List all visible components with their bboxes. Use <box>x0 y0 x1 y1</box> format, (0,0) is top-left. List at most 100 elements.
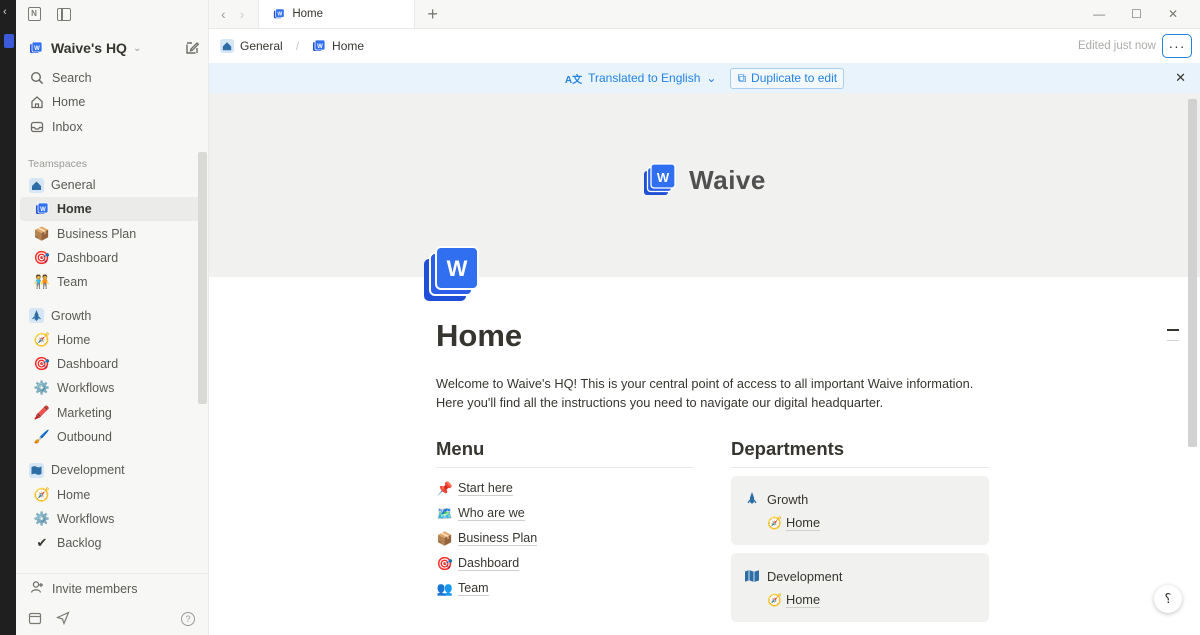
sparkle-wand-icon: ⸮ <box>1164 591 1172 606</box>
sidebar-item-label: Search <box>52 71 92 86</box>
teamspace-label: Development <box>51 463 125 478</box>
sidebar-item-team[interactable]: 🧑‍🤝‍🧑 Team <box>16 270 208 294</box>
pen-icon: 🖍️ <box>33 404 51 420</box>
page-header-bar: General / W Home Edited just now ··· <box>209 29 1200 63</box>
waive-logo-icon: W <box>644 163 676 195</box>
chevron-left-icon: ‹ <box>3 6 7 18</box>
department-title[interactable]: Growth <box>743 486 977 512</box>
compass-icon: 🧭 <box>767 593 782 607</box>
target-icon: 🎯 <box>33 356 51 372</box>
sidebar-item-label: Backlog <box>57 536 102 551</box>
help-icon[interactable]: ? <box>181 612 195 626</box>
translated-dropdown[interactable]: A文 Translated to English ⌄ <box>565 71 717 86</box>
invite-members-button[interactable]: Invite members <box>16 573 209 603</box>
sidebar-item-business-plan[interactable]: 📦 Business Plan <box>16 221 208 245</box>
calendar-icon[interactable] <box>28 611 42 628</box>
teamspace-growth[interactable]: Growth <box>16 303 208 327</box>
compass-icon: 🧭 <box>767 516 782 530</box>
chevron-down-icon: ⌄ <box>132 42 142 54</box>
breadcrumb-label: General <box>240 39 283 53</box>
more-options-button[interactable]: ··· <box>1162 34 1192 58</box>
sidebar-item-growth-home[interactable]: 🧭 Home <box>16 328 208 352</box>
sidebar-item-general-home[interactable]: W Home <box>20 197 204 222</box>
map-icon <box>28 462 44 478</box>
sidebar-item-label: Dashboard <box>57 250 119 265</box>
intro-paragraph: Welcome to Waive's HQ! This is your cent… <box>436 376 974 410</box>
back-arrow-icon[interactable]: ‹ <box>221 6 226 22</box>
tab-home[interactable]: W Home <box>258 0 416 28</box>
svg-text:W: W <box>34 46 40 52</box>
people-icon: 🧑‍🤝‍🧑 <box>33 274 51 290</box>
page-icon[interactable]: W <box>422 245 480 303</box>
target-icon: 🎯 <box>436 555 454 571</box>
notion-app-icon[interactable]: N <box>26 6 42 22</box>
sidebar-item-home[interactable]: Home <box>16 90 208 114</box>
teamspace-label: General <box>51 178 96 193</box>
department-card-growth[interactable]: Growth 🧭 Home <box>731 476 989 545</box>
sidebar-item-development-home[interactable]: 🧭 Home <box>16 482 208 506</box>
sidebar-item-label: Outbound <box>57 430 112 444</box>
page-scrollbar[interactable] <box>1188 99 1197 447</box>
house-icon <box>28 177 44 193</box>
sidebar-toggle-icon[interactable] <box>56 6 72 22</box>
people-icon: 👥 <box>436 580 454 596</box>
sidebar-scrollbar[interactable] <box>198 152 207 404</box>
sidebar: N W Waive's HQ ⌄ Search Home Inbox Teams… <box>16 0 209 635</box>
close-icon[interactable]: ✕ <box>1175 70 1186 86</box>
sidebar-item-label: Business Plan <box>57 226 137 241</box>
home-icon <box>29 94 45 110</box>
teamspace-development[interactable]: Development <box>16 458 208 482</box>
new-page-icon[interactable] <box>184 40 200 56</box>
package-icon: 📦 <box>436 530 454 546</box>
sidebar-item-growth-dashboard[interactable]: 🎯 Dashboard <box>16 352 208 376</box>
sidebar-item-growth-workflows[interactable]: ⚙️ Workflows <box>16 376 208 400</box>
sidebar-item-development-workflows[interactable]: ⚙️ Workflows <box>16 507 208 531</box>
breadcrumb-home[interactable]: W Home <box>312 39 364 53</box>
sidebar-footer: Invite members ? <box>16 573 209 635</box>
gear-icon: ⚙️ <box>33 380 51 396</box>
send-icon[interactable] <box>55 610 70 628</box>
svg-text:W: W <box>447 256 468 281</box>
workspace-switcher[interactable]: W Waive's HQ ⌄ <box>16 30 208 66</box>
brush-icon: 🖌️ <box>33 429 51 444</box>
sidebar-item-label: Marketing <box>57 405 112 420</box>
sidebar-item-search[interactable]: Search <box>16 66 208 90</box>
department-card-development[interactable]: Development 🧭 Home <box>731 553 989 622</box>
waive-logo-icon: W <box>34 201 50 217</box>
menu-item-label: Who are we <box>458 506 525 521</box>
menu-item-start-here[interactable]: 📌 Start here <box>436 476 694 501</box>
duplicate-to-edit-button[interactable]: ⧉ Duplicate to edit <box>730 67 845 89</box>
new-tab-button[interactable]: + <box>415 0 450 28</box>
sidebar-item-label: Team <box>57 275 88 290</box>
department-link-label: Home <box>785 591 821 608</box>
sidebar-item-label: Home <box>57 332 91 347</box>
menu-item-dashboard[interactable]: 🎯 Dashboard <box>436 551 694 576</box>
maximize-icon[interactable]: ☐ <box>1131 7 1142 21</box>
menu-item-business-plan[interactable]: 📦 Business Plan <box>436 526 694 551</box>
department-title[interactable]: Development <box>743 563 977 589</box>
translated-label: Translated to English <box>588 71 701 85</box>
breadcrumb-separator: / <box>295 39 300 53</box>
department-link-home[interactable]: 🧭 Home <box>743 512 977 534</box>
close-window-icon[interactable]: ✕ <box>1168 7 1178 21</box>
sidebar-item-inbox[interactable]: Inbox <box>16 115 208 139</box>
department-link-home[interactable]: 🧭 Home <box>743 589 977 611</box>
breadcrumb-general[interactable]: General <box>220 39 283 53</box>
page-cover: W Waive <box>209 93 1200 277</box>
sidebar-item-outbound[interactable]: 🖌️ Outbound <box>16 425 208 449</box>
menu-item-who-are-we[interactable]: 🗺️ Who are we <box>436 501 694 526</box>
sidebar-item-marketing[interactable]: 🖍️ Marketing <box>16 401 208 425</box>
inbox-icon <box>29 119 45 135</box>
check-icon: ✔ <box>36 535 48 551</box>
menu-item-team[interactable]: 👥 Team <box>436 576 694 601</box>
sidebar-item-dashboard[interactable]: 🎯 Dashboard <box>16 246 208 270</box>
cover-brand-logo: W Waive <box>643 163 766 197</box>
copy-icon: ⧉ <box>737 70 747 85</box>
teamspace-general[interactable]: General <box>16 173 208 197</box>
forward-arrow-icon[interactable]: › <box>240 6 245 22</box>
table-of-contents-indicator[interactable] <box>1167 329 1179 350</box>
sidebar-item-backlog[interactable]: ✔ Backlog <box>16 531 208 555</box>
department-name: Growth <box>767 491 809 507</box>
help-assistant-button[interactable]: ⸮ <box>1154 585 1182 613</box>
minimize-icon[interactable]: — <box>1093 7 1105 21</box>
